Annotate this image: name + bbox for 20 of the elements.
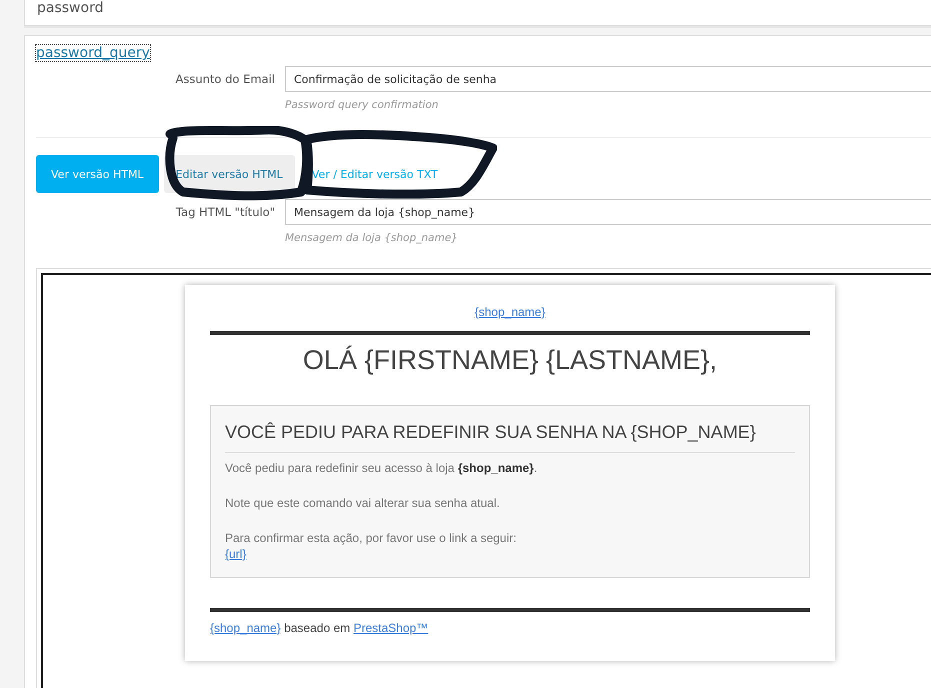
message-heading: VOCÊ PEDIU PARA REDEFINIR SUA SENHA NA {SHOP_NAME} [225,422,795,453]
input-field[interactable]: Confirmação de solicitação de senha [285,66,931,92]
section-title: password [24,0,931,26]
tab[interactable]: Ver versão HTML [36,155,159,193]
template-link[interactable]: password_query [36,45,150,61]
brand-link[interactable]: PrestaShop™ [353,621,428,635]
field-label: Assunto do Email [174,72,275,86]
shop-link[interactable]: {shop_name} [474,305,546,319]
field-hint: Password query confirmation [285,99,440,111]
input-field[interactable]: Mensagem da loja {shop_name} [285,199,931,225]
message-text: Note que este comando vai alterar sua senha atual. [225,496,501,510]
shop-link[interactable]: {shop_name} [210,621,281,635]
message-text: Para confirmar esta ação, por favor use o link a seguir: [225,531,518,545]
footer-text: {shop_name} baseado em PrestaShop™ [210,621,430,635]
message-text: Você pediu para redefinir seu acesso à loja {shop_name}. [225,461,538,475]
field-hint: Mensagem da loja {shop_name} [285,232,459,244]
greeting-heading: OLÁ {FIRSTNAME} {LASTNAME}, [302,345,718,376]
field-label: Tag HTML "título" [174,205,275,219]
url-link[interactable]: {url} [225,547,246,561]
tab[interactable]: Ver / Editar versão TXT [300,155,450,193]
